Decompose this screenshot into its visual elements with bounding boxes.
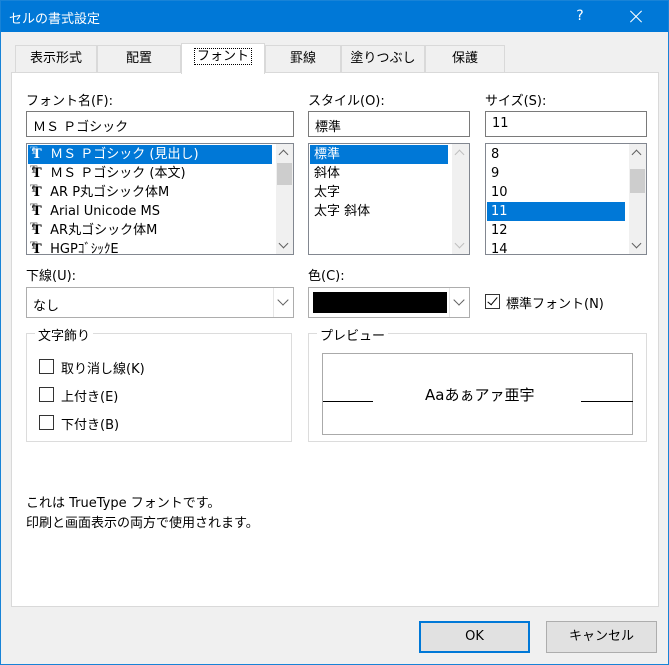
- superscript-checkbox[interactable]: [39, 387, 54, 402]
- style-input[interactable]: 標準: [308, 111, 470, 137]
- color-label: 色(C):: [308, 269, 345, 284]
- list-item[interactable]: 太字 斜体: [310, 202, 448, 221]
- dialog-title: セルの書式設定: [9, 12, 101, 27]
- tab-strip: 表示形式 配置 フォント 罫線 塗りつぶし 保護: [11, 43, 651, 74]
- preview-title: プレビュー: [317, 325, 389, 344]
- scroll-up-icon[interactable]: [452, 144, 469, 161]
- list-item[interactable]: 8: [487, 145, 625, 164]
- font-list-scrollbar[interactable]: [276, 144, 293, 254]
- list-item[interactable]: 12: [487, 221, 625, 240]
- list-item[interactable]: T ＭＳ Ｐゴシック (見出し): [28, 144, 272, 164]
- info-line-2: 印刷と画面表示の両方で使用されます。: [26, 516, 259, 531]
- style-list-scrollbar[interactable]: [452, 144, 469, 254]
- scroll-down-icon[interactable]: [629, 237, 646, 254]
- size-list[interactable]: 8 9 10 11 12 14: [485, 143, 647, 255]
- font-name-list[interactable]: T ＭＳ Ｐゴシック (見出し) T ＭＳ Ｐゴシック (本文) T AR P丸…: [26, 143, 294, 255]
- size-label: サイズ(S):: [485, 94, 547, 109]
- title-bar[interactable]: セルの書式設定 ?: [1, 1, 668, 32]
- scroll-thumb[interactable]: [630, 169, 645, 193]
- tab-fill[interactable]: 塗りつぶし: [341, 45, 425, 73]
- underline-value: なし: [33, 299, 60, 314]
- style-list[interactable]: 標準 斜体 太字 太字 斜体: [308, 143, 470, 255]
- tab-number-format[interactable]: 表示形式: [15, 45, 97, 73]
- font-tab-panel: フォント名(F): ＭＳ Ｐゴシック T ＭＳ Ｐゴシック (見出し) T ＭＳ…: [11, 72, 659, 607]
- list-item[interactable]: 太字: [310, 183, 448, 202]
- font-name-label: フォント名(F):: [26, 94, 114, 109]
- subscript-checkbox[interactable]: [39, 415, 54, 430]
- normal-font-label[interactable]: 標準フォント(N): [506, 293, 604, 312]
- preview-baseline-left: [323, 401, 373, 402]
- list-item[interactable]: T Arial Unicode MS: [28, 199, 272, 221]
- preview-sample: Aaあぁアァ亜宇: [425, 386, 535, 404]
- scroll-up-icon[interactable]: [276, 144, 293, 161]
- list-item[interactable]: 11: [487, 202, 625, 221]
- underline-dropdown[interactable]: なし: [26, 287, 294, 318]
- chevron-down-icon[interactable]: [449, 288, 469, 317]
- effects-group: 文字飾り 取り消し線(K) 上付き(E) 下付き(B): [26, 325, 292, 442]
- scroll-down-icon[interactable]: [276, 237, 293, 254]
- font-name-input[interactable]: ＭＳ Ｐゴシック: [26, 111, 294, 137]
- scroll-down-icon[interactable]: [452, 237, 469, 254]
- cancel-button[interactable]: キャンセル: [546, 621, 657, 653]
- list-item[interactable]: 斜体: [310, 164, 448, 183]
- superscript-label[interactable]: 上付き(E): [61, 386, 118, 405]
- format-cells-dialog: セルの書式設定 ? 表示形式 配置 フォント 罫線 塗りつぶし 保護 フォント名…: [0, 0, 669, 665]
- tab-alignment[interactable]: 配置: [97, 45, 181, 73]
- normal-font-checkbox[interactable]: [485, 294, 500, 309]
- size-input[interactable]: 11: [485, 111, 647, 137]
- list-item[interactable]: T AR P丸ゴシック体M: [28, 180, 272, 202]
- style-label: スタイル(O):: [308, 94, 385, 109]
- subscript-label[interactable]: 下付き(B): [61, 414, 119, 433]
- underline-label: 下線(U):: [26, 269, 77, 284]
- list-item[interactable]: 14: [487, 240, 625, 254]
- help-button[interactable]: ?: [557, 1, 603, 32]
- color-swatch: [313, 292, 447, 313]
- list-item[interactable]: 標準: [310, 145, 448, 164]
- list-item[interactable]: 10: [487, 183, 625, 202]
- size-list-scrollbar[interactable]: [629, 144, 646, 254]
- scroll-up-icon[interactable]: [629, 144, 646, 161]
- close-icon[interactable]: [613, 1, 659, 32]
- strikethrough-checkbox[interactable]: [39, 359, 54, 374]
- info-line-1: これは TrueType フォントです。: [26, 496, 221, 511]
- truetype-icon: T: [30, 237, 46, 254]
- tab-border[interactable]: 罫線: [265, 45, 341, 73]
- tab-protection[interactable]: 保護: [425, 45, 505, 73]
- list-item[interactable]: T HGPｺﾞｼｯｸE: [28, 237, 272, 254]
- color-dropdown[interactable]: [308, 287, 470, 318]
- list-item[interactable]: T ＭＳ Ｐゴシック (本文): [28, 161, 272, 183]
- scroll-thumb[interactable]: [277, 163, 292, 185]
- tab-font[interactable]: フォント: [181, 43, 265, 74]
- preview-baseline-right: [581, 401, 633, 402]
- list-item[interactable]: T AR丸ゴシック体M: [28, 218, 272, 240]
- effects-title: 文字飾り: [35, 325, 94, 344]
- strikethrough-label[interactable]: 取り消し線(K): [61, 358, 145, 377]
- chevron-down-icon[interactable]: [273, 288, 293, 317]
- list-item[interactable]: 9: [487, 164, 625, 183]
- preview-box: Aaあぁアァ亜宇: [322, 353, 633, 435]
- ok-button[interactable]: OK: [419, 621, 530, 653]
